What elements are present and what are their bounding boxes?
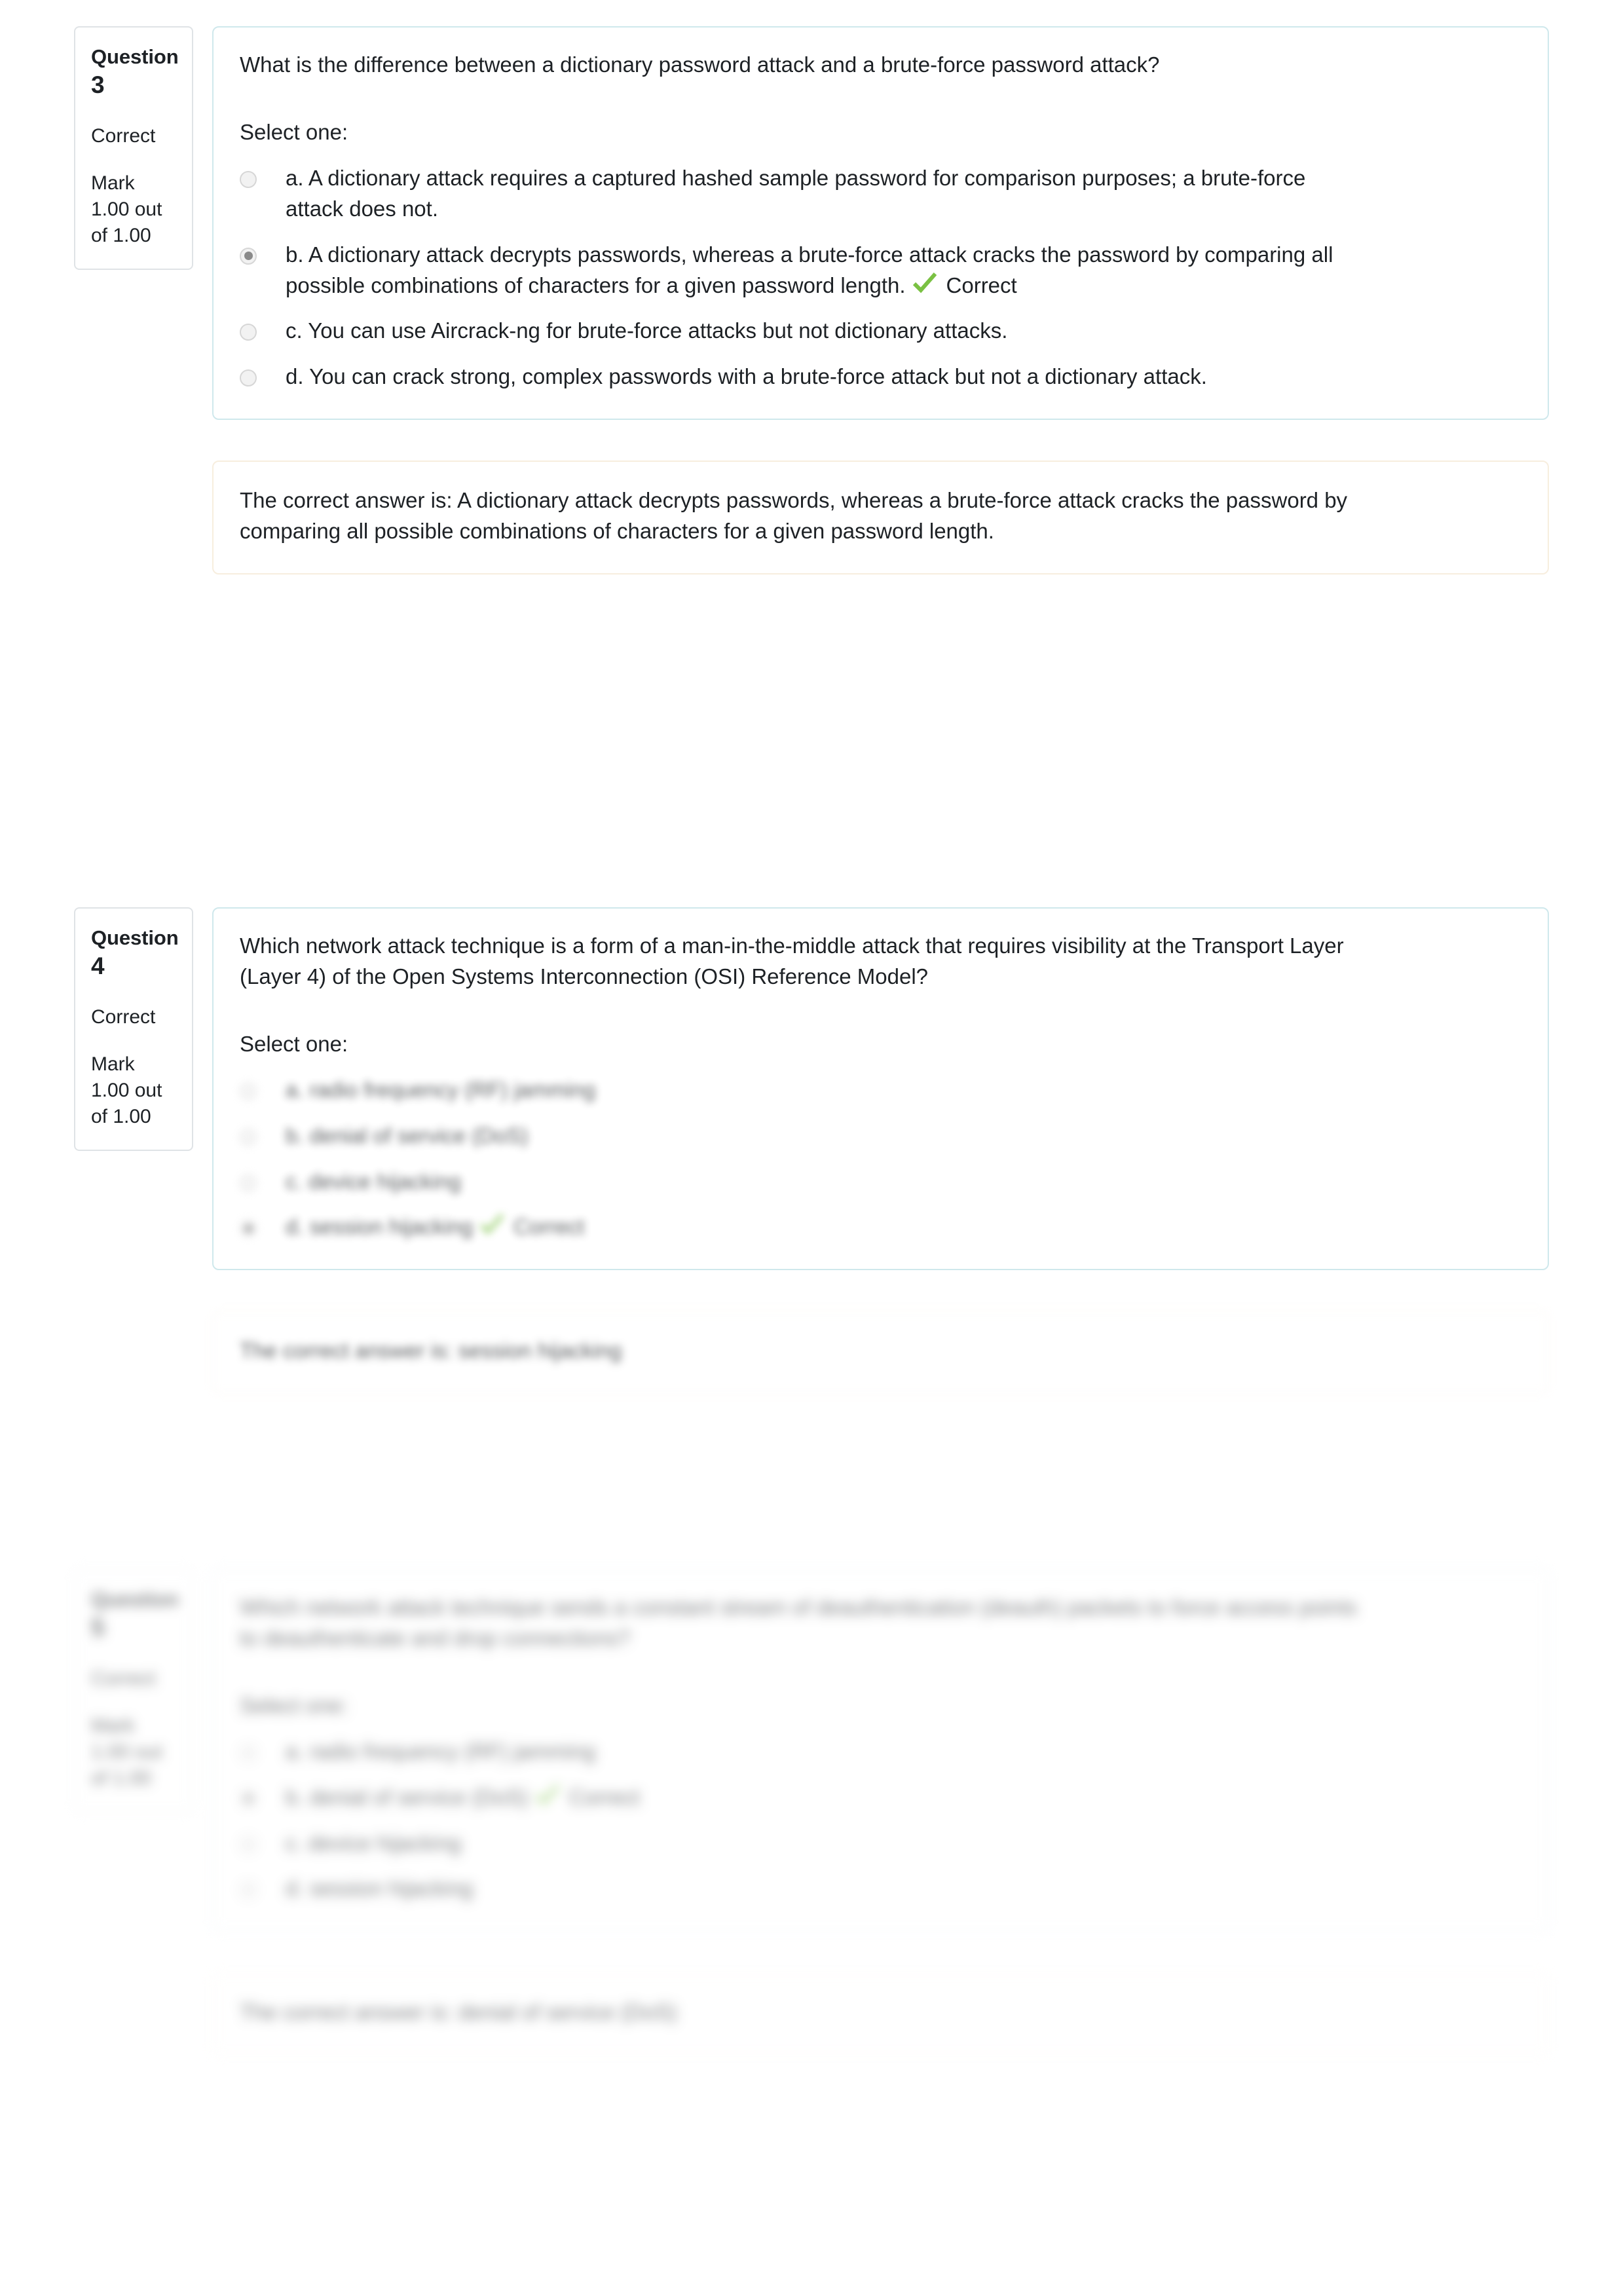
radio-icon-4a[interactable] <box>240 1082 257 1100</box>
question-state-4: Correct <box>91 1006 156 1028</box>
check-mark-icon-4d <box>479 1213 504 1235</box>
question-card-5: Which network attack technique sends a c… <box>212 1569 1549 1932</box>
question-number-3: 3 <box>91 71 105 98</box>
radio-icon-4b[interactable] <box>240 1128 257 1146</box>
question-info-box-3: Question 3 Correct Mark 1.00 out of 1.00 <box>74 26 193 270</box>
answer-option-4a[interactable]: a. radio frequency (RF) jamming <box>240 1075 1521 1106</box>
question-info-box-4: Question 4 Correct Mark 1.00 out of 1.00 <box>74 907 193 1151</box>
question-word-4: Question <box>91 926 179 949</box>
select-one-label-5: Select one: <box>240 1693 348 1718</box>
question-word-5: Question <box>91 1588 179 1611</box>
answer-label-4c: c. device hijacking <box>286 1169 461 1194</box>
radio-icon-5d[interactable] <box>240 1881 257 1899</box>
feedback-box-3: The correct answer is: A dictionary atta… <box>212 461 1549 574</box>
answer-option-3d[interactable]: d. You can crack strong, complex passwor… <box>240 362 1521 392</box>
question-number-4: 4 <box>91 952 105 979</box>
select-one-label-4: Select one: <box>240 1031 348 1056</box>
question-row-4: Question 4 Correct Mark 1.00 out of 1.00… <box>0 907 1621 1271</box>
question-row-3: Question 3 Correct Mark 1.00 out of 1.00… <box>0 26 1621 421</box>
question-number-5: 5 <box>91 1613 105 1641</box>
answer-option-4c[interactable]: c. device hijacking <box>240 1167 1521 1197</box>
answer-option-4b[interactable]: b. denial of service (DoS) <box>240 1121 1521 1152</box>
answer-label-4b: b. denial of service (DoS) <box>286 1123 529 1148</box>
answer-option-5d[interactable]: d. session hijacking <box>240 1873 1521 1904</box>
question-info-title-3: Question 3 <box>91 45 179 100</box>
radio-icon-3b[interactable] <box>240 247 257 265</box>
answer-label-5c: c. device hijacking <box>286 1830 461 1855</box>
check-mark-icon-5b <box>535 1784 560 1806</box>
question-word-3: Question <box>91 45 179 68</box>
question-info-title-5: Question 5 <box>91 1587 179 1643</box>
answer-label-text-3b: b. A dictionary attack decrypts password… <box>286 242 1333 297</box>
question-grade-3: Mark 1.00 out of 1.00 <box>91 172 162 246</box>
radio-icon-4d[interactable] <box>240 1220 257 1237</box>
feedback-text-3: The correct answer is: A dictionary atta… <box>240 488 1348 544</box>
answer-label-text-4d: d. session hijacking <box>286 1214 474 1239</box>
answer-option-5b[interactable]: b. denial of service (DoS) Correct <box>240 1782 1521 1813</box>
answer-label-text-5b: b. denial of service (DoS) <box>286 1784 529 1809</box>
radio-icon-3d[interactable] <box>240 369 257 387</box>
feedback-text-4: The correct answer is: session hijacking <box>240 1338 622 1363</box>
answer-list-4: a. radio frequency (RF) jamming b. denia… <box>240 1075 1521 1243</box>
radio-icon-4c[interactable] <box>240 1174 257 1192</box>
answer-option-3c[interactable]: c. You can use Aircrack-ng for brute-for… <box>240 316 1521 347</box>
question-block-5: Question 5 Correct Mark 1.00 out of 1.00… <box>0 1569 1621 2056</box>
answer-option-3b[interactable]: b. A dictionary attack decrypts password… <box>240 240 1521 301</box>
question-card-4: Which network attack technique is a form… <box>212 907 1549 1271</box>
answer-label-5d: d. session hijacking <box>286 1876 474 1901</box>
question-row-5: Question 5 Correct Mark 1.00 out of 1.00… <box>0 1569 1621 1932</box>
answer-label-3a: a. A dictionary attack requires a captur… <box>286 166 1306 221</box>
quiz-review-page: Question 3 Correct Mark 1.00 out of 1.00… <box>0 0 1621 2296</box>
question-text-4: Which network attack technique is a form… <box>240 933 1344 988</box>
answer-label-3d: d. You can crack strong, complex passwor… <box>286 364 1207 389</box>
question-state-3: Correct <box>91 125 156 147</box>
answer-label-4a: a. radio frequency (RF) jamming <box>286 1077 596 1102</box>
question-grade-5: Mark 1.00 out of 1.00 <box>91 1715 162 1789</box>
question-info-box-5: Question 5 Correct Mark 1.00 out of 1.00 <box>74 1569 193 1813</box>
answer-label-5b: b. denial of service (DoS) Correct <box>286 1782 640 1813</box>
answer-option-3a[interactable]: a. A dictionary attack requires a captur… <box>240 163 1521 225</box>
feedback-box-5: The correct answer is: denial of service… <box>212 1972 1549 2056</box>
answer-correct-flag-3b: Correct <box>946 273 1017 297</box>
question-info-title-4: Question 4 <box>91 926 179 981</box>
radio-icon-3a[interactable] <box>240 171 257 189</box>
radio-icon-5a[interactable] <box>240 1744 257 1761</box>
answer-label-3b: b. A dictionary attack decrypts password… <box>286 240 1347 301</box>
radio-icon-3c[interactable] <box>240 324 257 341</box>
answer-option-4d[interactable]: d. session hijacking Correct <box>240 1212 1521 1243</box>
radio-icon-5c[interactable] <box>240 1835 257 1853</box>
answer-label-5a: a. radio frequency (RF) jamming <box>286 1739 596 1763</box>
answer-list-3: a. A dictionary attack requires a captur… <box>240 163 1521 392</box>
question-block-3: Question 3 Correct Mark 1.00 out of 1.00… <box>0 26 1621 574</box>
question-card-3: What is the difference between a diction… <box>212 26 1549 421</box>
select-one-label-3: Select one: <box>240 119 348 144</box>
radio-icon-5b[interactable] <box>240 1790 257 1807</box>
question-text-3: What is the difference between a diction… <box>240 52 1160 77</box>
question-state-5: Correct <box>91 1668 156 1689</box>
feedback-box-4: The correct answer is: session hijacking <box>212 1311 1549 1395</box>
question-text-5: Which network attack technique sends a c… <box>240 1595 1357 1650</box>
answer-correct-flag-4d: Correct <box>513 1214 585 1239</box>
answer-label-4d: d. session hijacking Correct <box>286 1212 584 1243</box>
question-grade-4: Mark 1.00 out of 1.00 <box>91 1053 162 1127</box>
feedback-text-5: The correct answer is: denial of service… <box>240 2000 677 2025</box>
answer-correct-flag-5b: Correct <box>568 1784 640 1809</box>
answer-option-5c[interactable]: c. device hijacking <box>240 1828 1521 1859</box>
check-mark-icon-3b <box>912 272 937 294</box>
answer-label-3c: c. You can use Aircrack-ng for brute-for… <box>286 318 1008 343</box>
answer-option-5a[interactable]: a. radio frequency (RF) jamming <box>240 1737 1521 1767</box>
answer-list-5: a. radio frequency (RF) jamming b. denia… <box>240 1737 1521 1904</box>
question-block-4: Question 4 Correct Mark 1.00 out of 1.00… <box>0 907 1621 1395</box>
